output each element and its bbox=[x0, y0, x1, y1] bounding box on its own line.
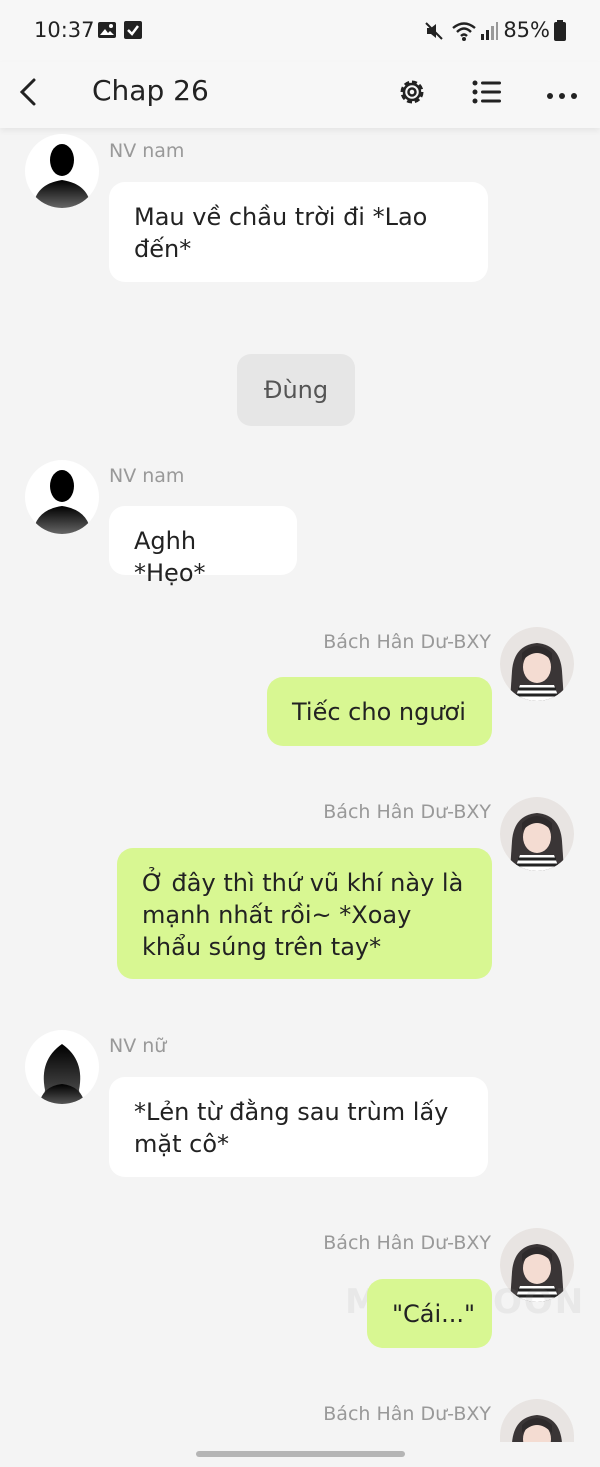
avatar[interactable] bbox=[25, 1030, 99, 1104]
list-icon bbox=[472, 79, 502, 109]
sound-effect-bubble[interactable]: Đùng bbox=[237, 354, 355, 426]
female-silhouette-icon bbox=[39, 1044, 85, 1104]
wifi-icon bbox=[451, 20, 477, 46]
male-silhouette-icon bbox=[33, 470, 91, 534]
chat-header: Chap 26 bbox=[0, 62, 600, 128]
sender-name: Bách Hân Dư-BXY bbox=[323, 801, 491, 823]
girl-portrait-icon bbox=[500, 1399, 574, 1443]
avatar[interactable] bbox=[500, 627, 574, 701]
back-button[interactable] bbox=[6, 72, 50, 116]
more-options-button[interactable] bbox=[540, 72, 584, 116]
home-indicator[interactable] bbox=[196, 1451, 405, 1457]
settings-button[interactable] bbox=[390, 72, 434, 116]
sender-name: Bách Hân Dư-BXY bbox=[323, 631, 491, 653]
signal-icon bbox=[479, 20, 499, 46]
gear-icon bbox=[396, 76, 428, 112]
message-bubble[interactable]: Tiếc cho ngươi bbox=[267, 677, 492, 746]
sender-name: NV nữ bbox=[109, 1035, 167, 1057]
page-title: Chap 26 bbox=[92, 74, 209, 107]
sender-name: NV nam bbox=[109, 465, 185, 487]
girl-portrait-icon bbox=[500, 627, 574, 701]
avatar[interactable] bbox=[25, 134, 99, 208]
battery-percent: 85% bbox=[503, 18, 550, 42]
mute-icon bbox=[423, 20, 445, 46]
sender-name: NV nam bbox=[109, 140, 185, 162]
sender-name: Bách Hân Dư-BXY bbox=[323, 1403, 491, 1425]
message-bubble[interactable]: Aghh *Hẹo* bbox=[109, 506, 297, 587]
back-icon bbox=[16, 77, 40, 111]
avatar[interactable] bbox=[500, 1399, 574, 1443]
message-bubble[interactable]: Ở đây thì thứ vũ khí này là mạnh nhất rồ… bbox=[117, 848, 492, 979]
status-bar: 10:37 85% bbox=[0, 0, 600, 62]
image-icon bbox=[97, 20, 117, 44]
battery-icon bbox=[553, 20, 567, 46]
chapter-list-button[interactable] bbox=[465, 72, 509, 116]
avatar[interactable] bbox=[500, 797, 574, 871]
message-bubble[interactable]: *Lẻn từ đằng sau trùm lấy mặt cô* bbox=[109, 1077, 488, 1177]
avatar[interactable] bbox=[25, 460, 99, 534]
girl-portrait-icon bbox=[500, 797, 574, 871]
status-time: 10:37 bbox=[34, 18, 95, 42]
message-bubble[interactable]: Mau về chầu trời đi *Lao đến* bbox=[109, 182, 488, 282]
message-bubble[interactable]: "Cái..." bbox=[367, 1279, 492, 1348]
checkbox-icon bbox=[123, 20, 143, 44]
male-silhouette-icon bbox=[33, 144, 91, 208]
more-icon bbox=[546, 85, 578, 104]
sender-name: Bách Hân Dư-BXY bbox=[323, 1232, 491, 1254]
